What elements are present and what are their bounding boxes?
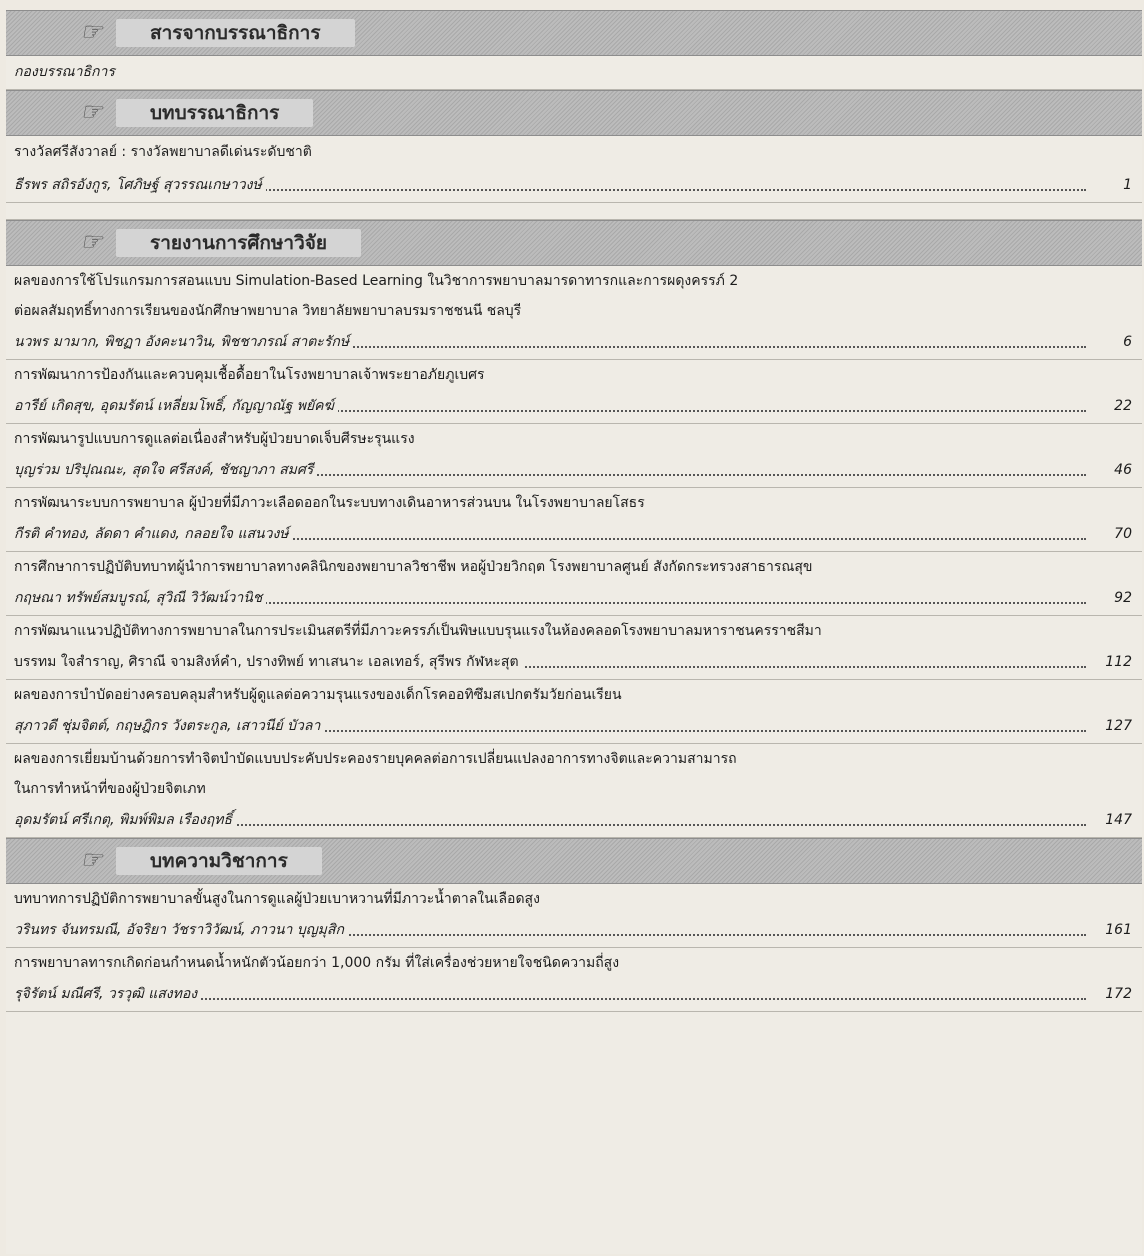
section-title: บทความวิชาการ bbox=[116, 847, 322, 875]
article-title: ในการทำหน้าที่ของผู้ป่วยจิตเภท bbox=[14, 781, 206, 797]
article-authors: กีรติ คำทอง, ลัดดา คำแดง, กลอยใจ แสนวงษ์ bbox=[14, 526, 293, 542]
section-header: ☞ รายงานการศึกษาวิจัย bbox=[6, 220, 1142, 266]
page-number: 1 bbox=[1123, 177, 1132, 193]
article-authors: กฤษณา ทรัพย์สมบูรณ์, สุวิณี วิวัฒน์วานิช bbox=[14, 590, 267, 606]
article-title: การพัฒนาการป้องกันและควบคุมเชื้อดื้อยาใน… bbox=[14, 367, 485, 383]
article-authors: วรินทร จันทรมณี, อัจริยา วัชราวิวัฒน์, ภ… bbox=[14, 922, 348, 938]
article-title: รางวัลศรีสังวาลย์ : รางวัลพยาบาลดีเด่นระ… bbox=[14, 144, 312, 160]
article-title: การศึกษาการปฏิบัติบทบาทผู้นำการพยาบาลทาง… bbox=[14, 559, 813, 575]
contents-page: ☞ สารจากบรรณาธิการกองบรรณาธิการ ☞ บทบรรณาธิ… bbox=[6, 10, 1142, 1254]
section-title: รายงานการศึกษาวิจัย bbox=[116, 229, 362, 257]
page-number: 6 bbox=[1123, 334, 1132, 350]
article-authors-line[interactable]: บรรทม ใจสำราญ, ศิราณี จามสิงห์คำ, ปรางทิ… bbox=[6, 646, 1142, 680]
page-number: 70 bbox=[1114, 526, 1132, 542]
page-number: 112 bbox=[1105, 654, 1132, 670]
article-authors: นวพร มามาก, พิชฏา อังคะนาวิน, พิชชาภรณ์ … bbox=[14, 334, 354, 350]
article-authors: บุญร่วม ปริปุณณะ, สุดใจ ศรีสงค์, ชัชญาภา… bbox=[14, 462, 318, 478]
article-title: ผลของการใช้โปรแกรมการสอนแบบ Simulation-B… bbox=[14, 273, 739, 289]
article-title: ผลของการเยี่ยมบ้านด้วยการทำจิตบำบัดแบบปร… bbox=[14, 751, 737, 767]
page-number: 161 bbox=[1105, 922, 1132, 938]
article-authors: สุภาวดี ชุ่มจิตต์, กฤษฎิกร วังตระกูล, เส… bbox=[14, 718, 325, 734]
article-authors: รุจิรัตน์ มณีศรี, วรวุฒิ แสงทอง bbox=[14, 986, 202, 1002]
page-number: 147 bbox=[1105, 812, 1132, 828]
article-authors-line[interactable]: อารีย์ เกิดสุข, อุดมรัตน์ เหลี่ยมโพธิ์, … bbox=[6, 390, 1142, 424]
article-authors-line[interactable]: วรินทร จันทรมณี, อัจริยา วัชราวิวัฒน์, ภ… bbox=[6, 914, 1142, 948]
article-authors: บรรทม ใจสำราญ, ศิราณี จามสิงห์คำ, ปรางทิ… bbox=[14, 654, 523, 670]
section-header: ☞ บทความวิชาการ bbox=[6, 838, 1142, 884]
article-authors-line[interactable]: รุจิรัตน์ มณีศรี, วรวุฒิ แสงทอง 172 bbox=[6, 978, 1142, 1012]
article-title: การพัฒนาระบบการพยาบาล ผู้ป่วยที่มีภาวะเล… bbox=[14, 495, 645, 511]
article-title: บทบาทการปฏิบัติการพยาบาลขั้นสูงในการดูแล… bbox=[14, 891, 540, 907]
section-title: สารจากบรรณาธิการ bbox=[116, 19, 355, 47]
pointing-hand-icon: ☞ bbox=[80, 227, 103, 256]
article-authors-line[interactable]: นวพร มามาก, พิชฏา อังคะนาวิน, พิชชาภรณ์ … bbox=[6, 326, 1142, 360]
article-authors-line[interactable]: อุดมรัตน์ ศรีเกตุ, พิมพ์พิมล เรืองฤทธิ์ 1… bbox=[6, 804, 1142, 838]
article-authors: อุดมรัตน์ ศรีเกตุ, พิมพ์พิมล เรืองฤทธิ์ bbox=[14, 812, 236, 828]
page-number: 92 bbox=[1114, 590, 1132, 606]
pointing-hand-icon: ☞ bbox=[80, 17, 103, 46]
page-number: 172 bbox=[1105, 986, 1132, 1002]
pointing-hand-icon: ☞ bbox=[80, 97, 103, 126]
article-title: การพัฒนาแนวปฏิบัติทางการพยาบาลในการประเม… bbox=[14, 623, 822, 639]
section-header: ☞ บทบรรณาธิการ bbox=[6, 90, 1142, 136]
article-authors: กองบรรณาธิการ bbox=[14, 64, 119, 80]
page-number: 127 bbox=[1105, 718, 1132, 734]
article-title: ต่อผลสัมฤทธิ์ทางการเรียนของนักศึกษาพยาบา… bbox=[14, 303, 522, 319]
pointing-hand-icon: ☞ bbox=[80, 845, 103, 874]
article-authors: อารีย์ เกิดสุข, อุดมรัตน์ เหลี่ยมโพธิ์, … bbox=[14, 398, 338, 414]
article-authors-line[interactable]: กีรติ คำทอง, ลัดดา คำแดง, กลอยใจ แสนวงษ์… bbox=[6, 518, 1142, 552]
section-gap bbox=[6, 203, 1142, 220]
article-authors-line[interactable]: กฤษณา ทรัพย์สมบูรณ์, สุวิณี วิวัฒน์วานิช… bbox=[6, 582, 1142, 616]
article-title: ผลของการบำบัดอย่างครอบคลุมสำหรับผู้ดูแลต… bbox=[14, 687, 622, 703]
article-authors-line[interactable]: สุภาวดี ชุ่มจิตต์, กฤษฎิกร วังตระกูล, เส… bbox=[6, 710, 1142, 744]
page-number: 22 bbox=[1114, 398, 1132, 414]
page-number: 46 bbox=[1114, 462, 1132, 478]
article-authors-line[interactable]: กองบรรณาธิการ bbox=[6, 56, 1142, 90]
article-authors: ธีรพร สถิรอังกูร, โศภิษฐ์ สุวรรณเกษาวงษ์ bbox=[14, 177, 266, 193]
section-title: บทบรรณาธิการ bbox=[116, 99, 314, 127]
article-authors-line[interactable]: ธีรพร สถิรอังกูร, โศภิษฐ์ สุวรรณเกษาวงษ์… bbox=[6, 169, 1142, 203]
article-title: การพัฒนารูปแบบการดูแลต่อเนื่องสำหรับผู้ป… bbox=[14, 431, 415, 447]
article-title: การพยาบาลทารกเกิดก่อนกำหนดน้ำหนักตัวน้อย… bbox=[14, 955, 620, 971]
section-header: ☞ สารจากบรรณาธิการ bbox=[6, 10, 1142, 56]
article-authors-line[interactable]: บุญร่วม ปริปุณณะ, สุดใจ ศรีสงค์, ชัชญาภา… bbox=[6, 454, 1142, 488]
